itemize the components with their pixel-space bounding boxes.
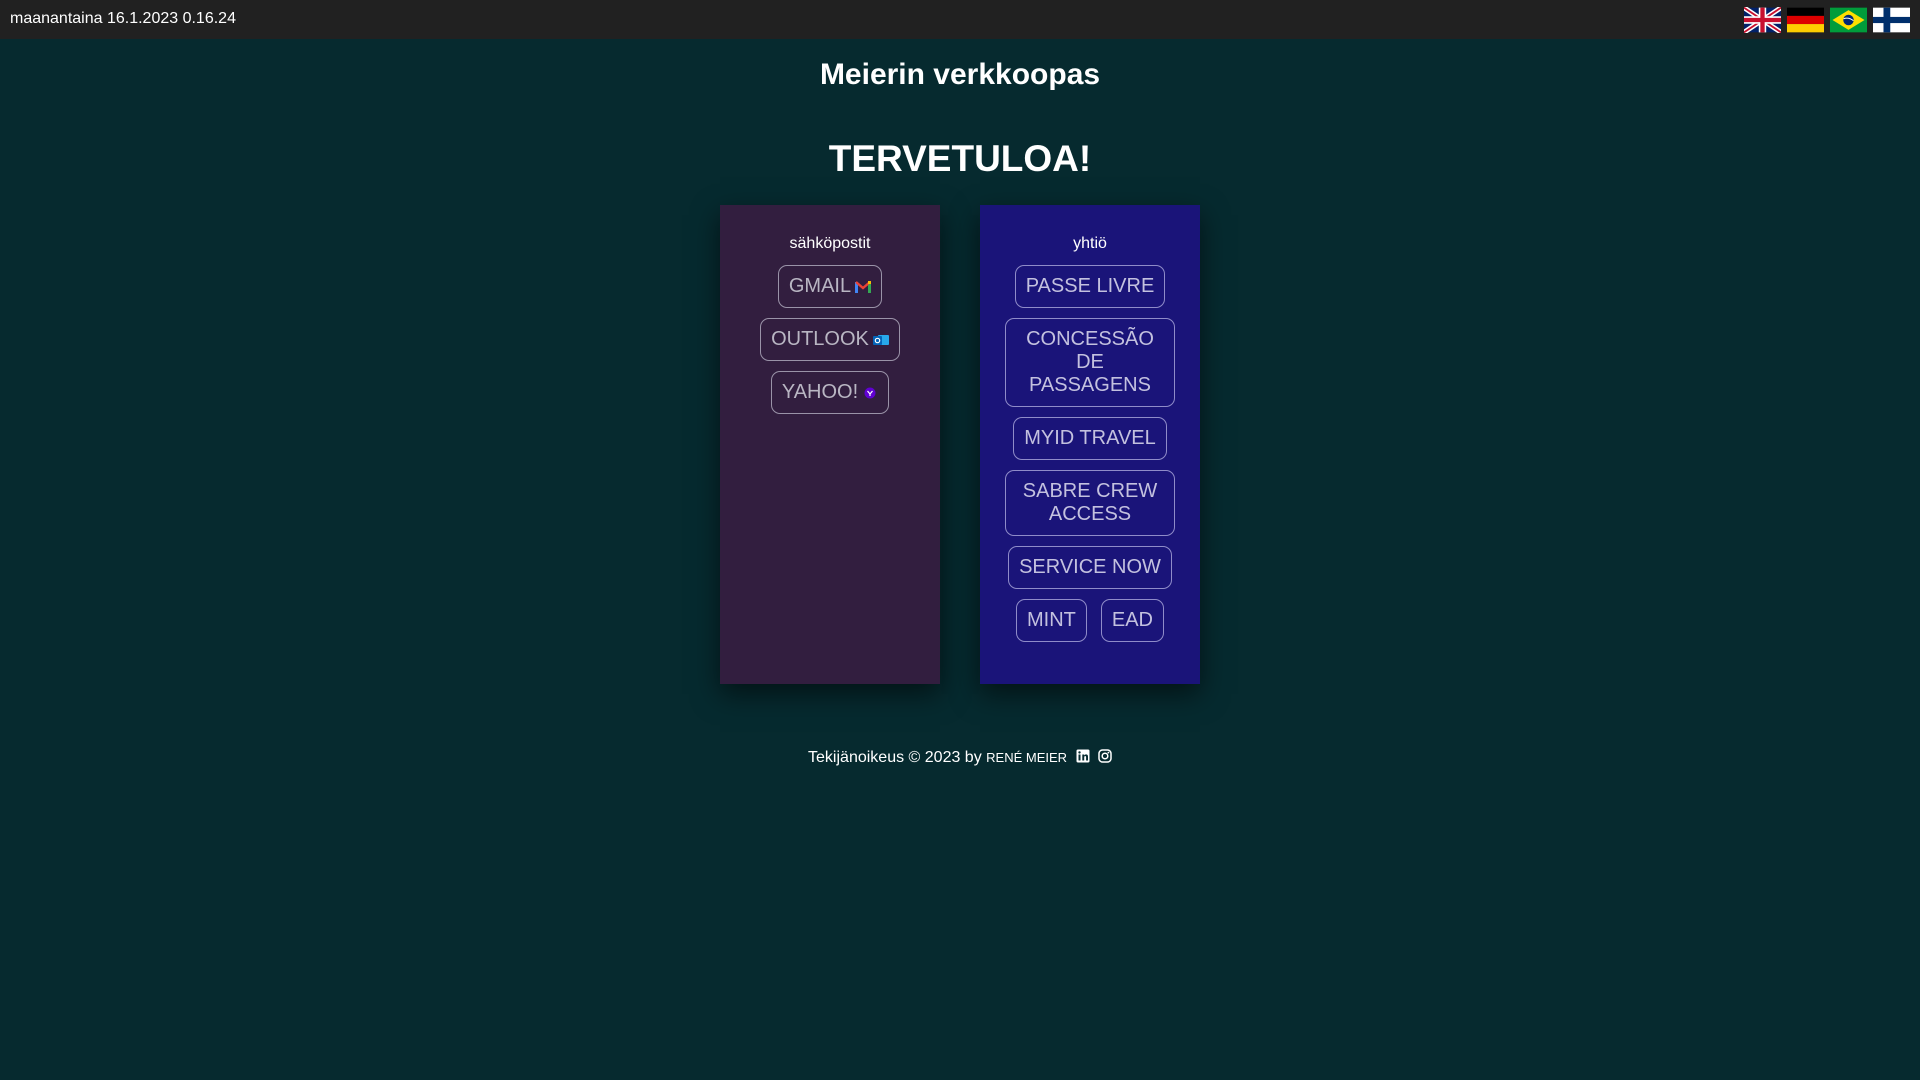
company-card: yhtiö PASSE LIVRE CONCESSÃO DE PASSAGENS…	[980, 205, 1200, 684]
welcome-heading: TERVETULOA!	[828, 138, 1092, 179]
outlook-button[interactable]: OUTLOOK	[760, 318, 900, 361]
instagram-icon[interactable]	[1098, 749, 1112, 763]
service-now-button[interactable]: SERVICE NOW	[1008, 546, 1172, 589]
passe-livre-button[interactable]: PASSE LIVRE	[1014, 265, 1166, 308]
gmail-button-label: GMAIL	[788, 275, 852, 297]
email-card: sähköpostit GMAIL OUTLOOK YAHOO!	[720, 205, 940, 684]
footer: Tekijänoikeus © 2023 by RENÉ MEIER	[0, 749, 1920, 767]
mint-button[interactable]: MINT	[1015, 599, 1087, 642]
germany-flag-icon[interactable]	[1787, 7, 1824, 33]
top-bar: maanantaina 16.1.2023 0.16.24	[0, 0, 1920, 39]
datetime-display: maanantaina 16.1.2023 0.16.24	[10, 10, 236, 27]
uk-flag-icon[interactable]	[1744, 7, 1781, 33]
outlook-button-label: OUTLOOK	[771, 328, 869, 350]
company-card-title: yhtiö	[1073, 235, 1107, 252]
mint-ead-row: MINT EAD	[1015, 599, 1164, 652]
language-selector	[1744, 7, 1910, 33]
brazil-flag-icon[interactable]	[1830, 7, 1867, 33]
ead-button[interactable]: EAD	[1100, 599, 1164, 642]
finland-flag-icon[interactable]	[1873, 7, 1910, 33]
author-name: RENÉ MEIER	[986, 750, 1068, 765]
concessao-de-passagens-button[interactable]: CONCESSÃO DE PASSAGENS	[1005, 318, 1175, 407]
outlook-icon	[872, 334, 889, 345]
linkedin-icon[interactable]	[1076, 749, 1090, 763]
yahoo-icon	[864, 387, 876, 398]
yahoo-button-label: YAHOO!	[781, 381, 859, 403]
sabre-crew-access-button[interactable]: SABRE CREW ACCESS	[1005, 470, 1175, 536]
site-title: Meierin verkkoopas	[819, 58, 1101, 91]
yahoo-button[interactable]: YAHOO!	[770, 371, 890, 414]
gmail-icon	[855, 280, 872, 293]
gmail-button[interactable]: GMAIL	[777, 265, 883, 308]
myid-travel-button[interactable]: MYID TRAVEL	[1013, 417, 1167, 460]
email-card-title: sähköpostit	[789, 235, 871, 252]
copyright-text: Tekijänoikeus © 2023 by	[808, 749, 982, 766]
